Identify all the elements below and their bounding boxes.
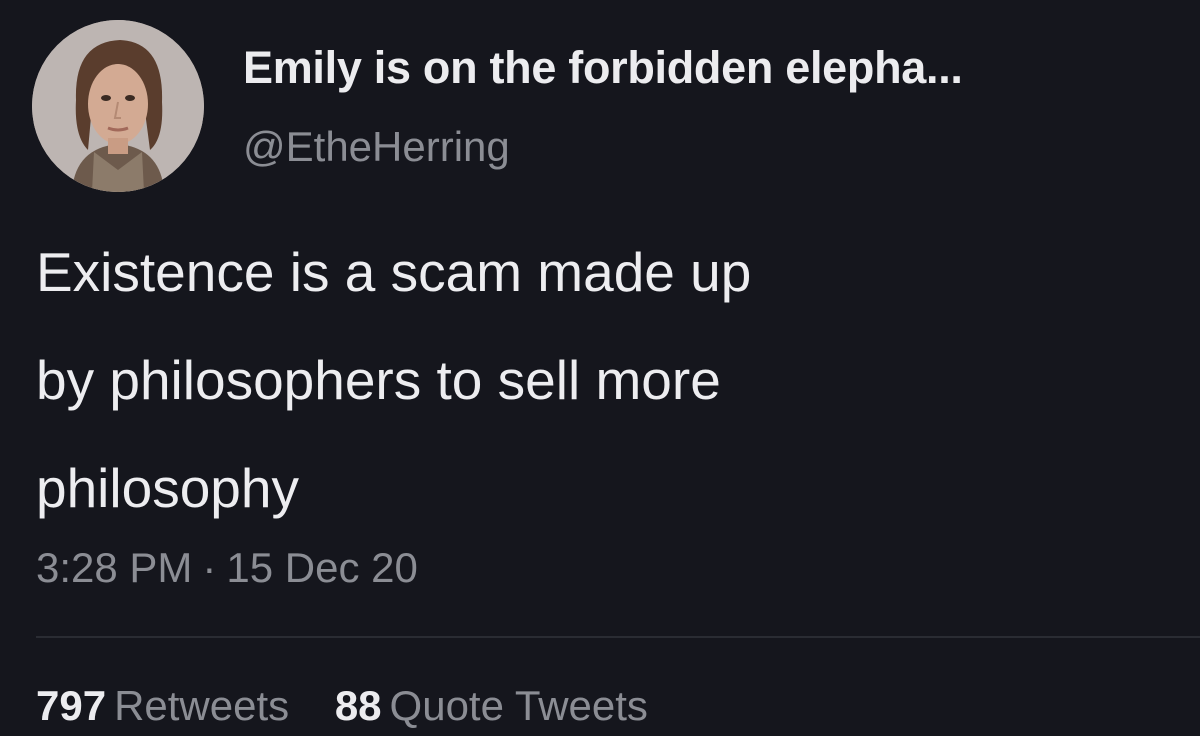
divider bbox=[36, 636, 1200, 638]
tweet-time: 3:28 PM bbox=[36, 544, 193, 591]
tweet-timestamp[interactable]: 3:28 PM · 15 Dec 20 bbox=[36, 544, 418, 592]
engagement-stats: 797 Retweets 88 Quote Tweets bbox=[36, 682, 682, 730]
avatar[interactable] bbox=[32, 20, 204, 192]
avatar-portrait-icon bbox=[32, 20, 204, 192]
quote-tweets-count: 88 bbox=[334, 682, 382, 729]
user-handle[interactable]: @EtheHerring bbox=[243, 123, 510, 171]
tweet-text-line: Existence is a scam made up bbox=[36, 241, 752, 303]
tweet-text: Existence is a scam made up by philosoph… bbox=[36, 218, 1176, 542]
tweet-text-line: by philosophers to sell more bbox=[36, 349, 721, 411]
retweets-label: Retweets bbox=[114, 682, 290, 729]
tweet-text-line: philosophy bbox=[36, 457, 299, 519]
quote-tweets-label: Quote Tweets bbox=[389, 682, 648, 729]
retweets-count: 797 bbox=[36, 682, 107, 729]
retweets-stat[interactable]: 797 Retweets bbox=[36, 682, 289, 730]
tweet-card: Emily is on the forbidden elepha... @Eth… bbox=[0, 0, 1200, 736]
user-display-name[interactable]: Emily is on the forbidden elepha... bbox=[243, 42, 963, 94]
meta-separator: · bbox=[202, 544, 217, 591]
quote-tweets-stat[interactable]: 88 Quote Tweets bbox=[335, 682, 648, 730]
tweet-date: 15 Dec 20 bbox=[226, 544, 418, 591]
